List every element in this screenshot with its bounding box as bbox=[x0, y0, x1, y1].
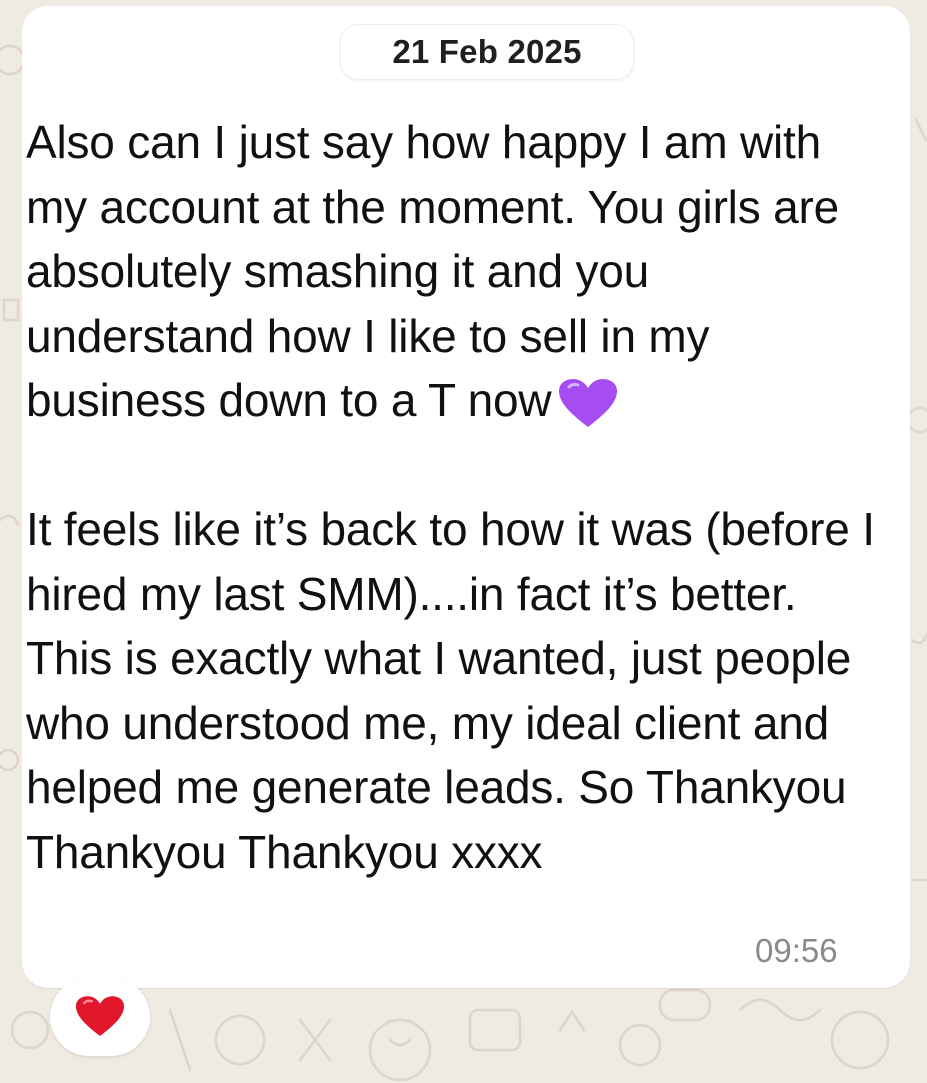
red-heart-icon bbox=[76, 996, 124, 1037]
message-paragraph-2: It feels like it’s back to how it was (b… bbox=[26, 503, 888, 878]
message-text: Also can I just say how happy I am with … bbox=[26, 110, 876, 884]
message-paragraph-1: Also can I just say how happy I am with … bbox=[26, 116, 852, 426]
purple-heart-icon bbox=[559, 378, 618, 427]
message-timestamp: 09:56 bbox=[755, 932, 838, 969]
date-separator: 21 Feb 2025 bbox=[340, 24, 634, 80]
reaction-pill[interactable] bbox=[50, 978, 150, 1056]
